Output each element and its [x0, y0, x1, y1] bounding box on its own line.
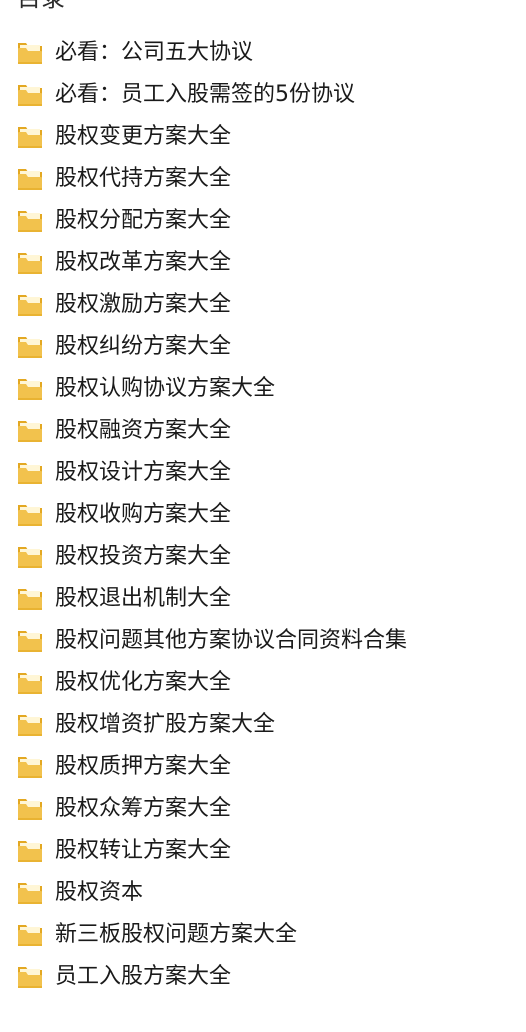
folder-label: 股权变更方案大全 — [55, 124, 232, 149]
folder-icon — [18, 295, 42, 316]
folder-label: 股权纠纷方案大全 — [55, 334, 232, 359]
folder-item[interactable]: 必看：员工入股需签的5份协议 — [0, 74, 526, 116]
folder-item[interactable]: 必看：公司五大协议 — [0, 32, 526, 74]
folder-item[interactable]: 股权分配方案大全 — [0, 200, 526, 242]
folder-label: 股权改革方案大全 — [55, 250, 232, 275]
folder-icon — [18, 547, 42, 568]
folder-label: 股权融资方案大全 — [55, 418, 232, 443]
folder-label: 股权质押方案大全 — [55, 754, 232, 779]
folder-label: 股权设计方案大全 — [55, 460, 232, 485]
folder-icon — [18, 463, 42, 484]
folder-icon — [18, 85, 42, 106]
folder-icon — [18, 211, 42, 232]
folder-label: 股权代持方案大全 — [55, 166, 232, 191]
folder-icon — [18, 43, 42, 64]
folder-label: 股权增资扩股方案大全 — [55, 712, 276, 737]
folder-item[interactable]: 股权变更方案大全 — [0, 116, 526, 158]
folder-icon — [18, 337, 42, 358]
folder-item[interactable]: 股权转让方案大全 — [0, 830, 526, 872]
folder-label: 必看：员工入股需签的5份协议 — [55, 82, 355, 107]
folder-item[interactable]: 股权优化方案大全 — [0, 662, 526, 704]
folder-label: 股权激励方案大全 — [55, 292, 232, 317]
folder-icon — [18, 589, 42, 610]
folder-label: 股权认购协议方案大全 — [55, 376, 276, 401]
folder-item[interactable]: 股权纠纷方案大全 — [0, 326, 526, 368]
folder-item[interactable]: 股权问题其他方案协议合同资料合集 — [0, 620, 526, 662]
folder-icon — [18, 379, 42, 400]
folder-item[interactable]: 股权代持方案大全 — [0, 158, 526, 200]
folder-item[interactable]: 股权众筹方案大全 — [0, 788, 526, 830]
folder-icon — [18, 799, 42, 820]
folder-item[interactable]: 股权融资方案大全 — [0, 410, 526, 452]
folder-label: 股权退出机制大全 — [55, 586, 232, 611]
folder-label: 股权资本 — [55, 880, 144, 905]
folder-label: 股权优化方案大全 — [55, 670, 232, 695]
folder-item[interactable]: 股权增资扩股方案大全 — [0, 704, 526, 746]
folder-icon — [18, 967, 42, 988]
folder-icon — [18, 841, 42, 862]
folder-item[interactable]: 股权资本 — [0, 872, 526, 914]
folder-icon — [18, 757, 42, 778]
folder-label: 股权分配方案大全 — [55, 208, 232, 233]
folder-icon — [18, 421, 42, 442]
folder-icon — [18, 169, 42, 190]
folder-label: 股权转让方案大全 — [55, 838, 232, 863]
folder-icon — [18, 925, 42, 946]
folder-item[interactable]: 股权改革方案大全 — [0, 242, 526, 284]
folder-icon — [18, 883, 42, 904]
folder-item[interactable]: 股权设计方案大全 — [0, 452, 526, 494]
folder-icon — [18, 253, 42, 274]
folder-item[interactable]: 新三板股权问题方案大全 — [0, 914, 526, 956]
folder-label: 股权收购方案大全 — [55, 502, 232, 527]
folder-icon — [18, 127, 42, 148]
folder-icon — [18, 715, 42, 736]
folder-label: 股权投资方案大全 — [55, 544, 232, 569]
folder-item[interactable]: 员工入股方案大全 — [0, 956, 526, 998]
folder-label: 必看：公司五大协议 — [55, 40, 254, 65]
folder-icon — [18, 631, 42, 652]
folder-icon — [18, 505, 42, 526]
folder-label: 股权问题其他方案协议合同资料合集 — [55, 628, 408, 653]
folder-label: 股权众筹方案大全 — [55, 796, 232, 821]
folder-item[interactable]: 股权退出机制大全 — [0, 578, 526, 620]
folder-icon — [18, 673, 42, 694]
folder-list: 必看：公司五大协议 必看：员工入股需签的5份协议 股权变更方案大全 股权代持方案大全股… — [0, 32, 526, 998]
folder-item[interactable]: 股权质押方案大全 — [0, 746, 526, 788]
folder-item[interactable]: 股权认购协议方案大全 — [0, 368, 526, 410]
folder-label: 员工入股方案大全 — [55, 964, 232, 989]
folder-item[interactable]: 股权投资方案大全 — [0, 536, 526, 578]
header-fragment: 目录 — [17, 0, 65, 10]
folder-item[interactable]: 股权激励方案大全 — [0, 284, 526, 326]
folder-item[interactable]: 股权收购方案大全 — [0, 494, 526, 536]
folder-label: 新三板股权问题方案大全 — [55, 922, 298, 947]
